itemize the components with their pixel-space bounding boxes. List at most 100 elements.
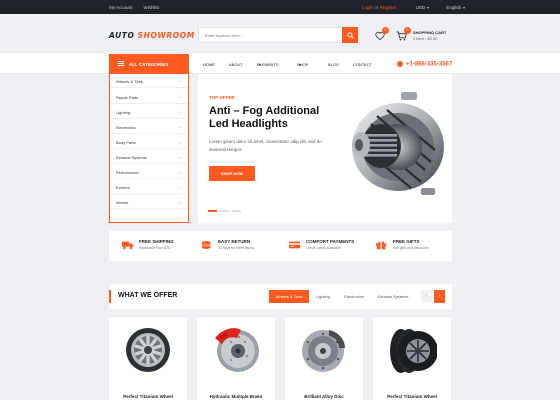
category-label: Repair Parts xyxy=(116,95,139,100)
features-strip: FREE SHIPPING Worldwide from $75 EASY RE… xyxy=(109,231,452,261)
category-item[interactable]: Exterior › xyxy=(110,180,188,194)
wishlist-link[interactable]: Wishlist xyxy=(144,5,160,10)
tab-lighting[interactable]: Lighting xyxy=(310,290,336,303)
nav-item-blog[interactable]: BLOG xyxy=(328,62,339,67)
credit-card-icon xyxy=(289,241,301,249)
cart-button[interactable]: 0 xyxy=(396,27,411,43)
product-name[interactable]: Perfect Titanium Wheel xyxy=(109,394,187,399)
wishlist-button[interactable]: 0 xyxy=(374,27,389,43)
top-bar-left: My Account Wishlist xyxy=(109,5,169,10)
chevron-right-icon: › xyxy=(179,110,181,115)
currency-select[interactable]: USD xyxy=(416,5,430,10)
nav-item-elements-label: ELEMENTS xyxy=(257,62,279,67)
wishlist-count-badge: 0 xyxy=(382,27,389,34)
offer-section-header: WHAT WE OFFER Wheels & Tires Lighting El… xyxy=(109,284,452,309)
header: AUTO SHOWROOM 0 0 SHOPPING CART 0 item -… xyxy=(0,14,560,54)
hero-kicker: TOP OFFER xyxy=(209,95,235,100)
search-icon xyxy=(346,31,354,39)
chevron-right-icon: › xyxy=(179,140,181,145)
section-title: WHAT WE OFFER xyxy=(118,292,178,299)
cart-title: SHOPPING CART xyxy=(413,30,447,35)
nav-item-about[interactable]: ABOUT xyxy=(229,62,243,67)
category-item[interactable]: Wheels & Tires › xyxy=(110,74,188,88)
chevron-down-icon xyxy=(463,6,466,9)
search-input[interactable] xyxy=(199,28,343,42)
category-item[interactable]: Lighting › xyxy=(110,105,188,119)
cart-count-badge: 0 xyxy=(404,27,411,34)
chevron-down-icon xyxy=(427,6,430,9)
chevron-right-icon: › xyxy=(179,200,181,205)
category-item[interactable]: Body Parts › xyxy=(110,135,188,149)
coins-icon xyxy=(201,241,211,249)
hero-description: Lorem ipsum dolor sit amet, consectetur … xyxy=(209,139,322,152)
nav-item-contact[interactable]: CONTACT xyxy=(353,62,372,67)
chevron-right-icon: › xyxy=(179,185,181,190)
top-bar: My Account Wishlist Login or Register US… xyxy=(0,0,560,14)
phone-number-text: +1-888-335-3567 xyxy=(406,61,453,68)
hero-slider: TOP OFFER Anti – Fog Additional Led Head… xyxy=(198,74,452,223)
category-label: Interior xyxy=(116,200,129,205)
menu-icon xyxy=(118,61,124,66)
main-nav-bar xyxy=(0,54,560,74)
language-value: English xyxy=(446,5,462,10)
shop-now-button[interactable]: SHOP NOW xyxy=(209,166,255,181)
category-item[interactable]: Interior › xyxy=(110,195,188,209)
product-name[interactable]: Brilliant Alloy Disc xyxy=(285,394,363,399)
category-label: Exterior xyxy=(116,185,130,190)
tab-exhaust-systems[interactable]: Exhaust Systems xyxy=(371,290,415,303)
chevron-right-icon: › xyxy=(179,125,181,130)
tire-icon xyxy=(390,329,437,373)
feature-title: COMFORT PAYMENTS xyxy=(306,239,355,244)
brake-disc-icon xyxy=(302,330,345,372)
category-item[interactable]: Repair Parts › xyxy=(110,90,188,104)
nav-item-elements[interactable]: ELEMENTS xyxy=(257,62,279,67)
chevron-right-icon: › xyxy=(179,170,181,175)
login-link[interactable]: Login xyxy=(362,5,373,10)
category-label: Exhaust Systems xyxy=(116,155,147,160)
all-categories-toggle[interactable]: ALL CATEGORIES xyxy=(109,54,189,74)
product-card[interactable]: Perfect Titanium Wheel xyxy=(373,318,451,400)
site-logo[interactable]: AUTO SHOWROOM xyxy=(109,31,195,40)
my-account-link[interactable]: My Account xyxy=(109,5,132,10)
tab-electronics[interactable]: Electronics xyxy=(338,290,370,303)
gift-icon xyxy=(376,241,387,250)
alloy-wheel-icon xyxy=(126,328,170,372)
category-label: Lighting xyxy=(116,110,131,115)
slider-dot[interactable] xyxy=(232,210,241,212)
product-card[interactable]: Perfect Titanium Wheel xyxy=(109,318,187,400)
next-arrow-button[interactable]: › xyxy=(434,290,445,303)
chevron-right-icon: › xyxy=(179,155,181,160)
search-button[interactable] xyxy=(342,27,358,43)
feature-title: FREE GIFTS xyxy=(393,239,420,244)
tab-wheels-tires[interactable]: Wheels & Tires xyxy=(269,290,309,303)
category-item[interactable]: Exhaust Systems › xyxy=(110,150,188,164)
top-bar-right: Login or Register USD English xyxy=(362,5,466,10)
category-item[interactable]: Performance › xyxy=(110,165,188,179)
language-select[interactable]: English xyxy=(446,5,466,10)
cart-summary[interactable]: SHOPPING CART 0 item - $0.00 xyxy=(413,30,446,41)
category-label: Electronics xyxy=(116,125,136,130)
product-card[interactable]: Hydraulic Multiple Brake xyxy=(197,318,275,400)
cart-total: 0 item - $0.00 xyxy=(413,35,438,41)
chevron-right-icon: › xyxy=(179,95,181,100)
slider-dot-active[interactable] xyxy=(208,210,217,212)
slider-dot[interactable] xyxy=(220,210,229,212)
category-item[interactable]: Electronics › xyxy=(110,120,188,134)
nav-item-home[interactable]: HOME xyxy=(203,62,215,67)
product-card[interactable]: Brilliant Alloy Disc xyxy=(285,318,363,400)
product-name[interactable]: Perfect Titanium Wheel xyxy=(373,394,451,399)
search-bar xyxy=(198,27,358,43)
hero-title: Anti – Fog Additional Led Headlights xyxy=(209,105,320,130)
nav-item-shop[interactable]: SHOP xyxy=(297,62,308,67)
section-accent-bar xyxy=(109,290,111,303)
phone-icon xyxy=(397,61,403,67)
feature-subtitle: Worldwide from $75 xyxy=(139,246,171,250)
category-label: Wheels & Tires xyxy=(116,79,143,84)
register-link[interactable]: Register xyxy=(380,5,397,10)
phone-number[interactable]: +1-888-335-3567 xyxy=(397,61,452,68)
category-label: Performance xyxy=(116,170,139,175)
product-name[interactable]: Hydraulic Multiple Brake xyxy=(197,394,275,399)
logo-text-auto: AUTO xyxy=(109,31,135,40)
category-sidebar: Wheels & Tires › Repair Parts › Lighting › … xyxy=(109,74,189,223)
prev-arrow-button[interactable]: ‹ xyxy=(421,290,432,303)
